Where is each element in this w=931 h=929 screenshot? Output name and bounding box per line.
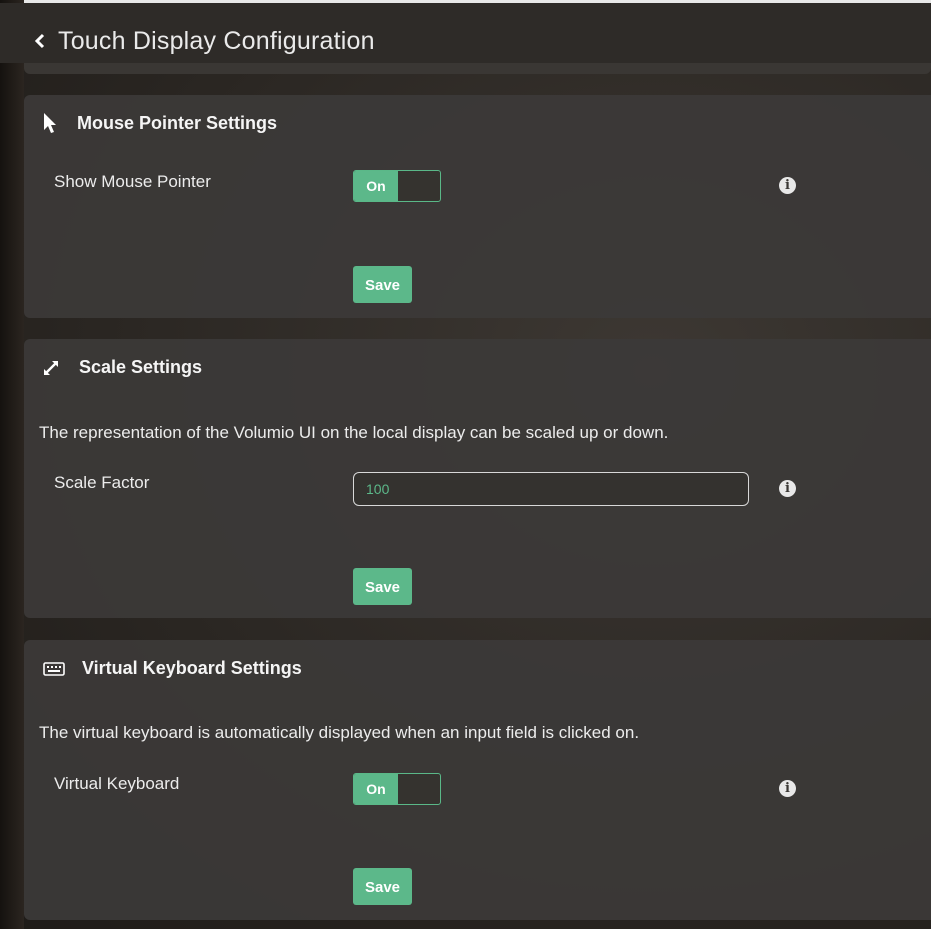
info-icon[interactable]: i	[779, 177, 796, 194]
section-title: Scale Settings	[79, 357, 203, 377]
virtual-keyboard-toggle[interactable]: On	[353, 773, 441, 805]
page-title: Touch Display Configuration	[58, 27, 375, 55]
page-header: Touch Display Configuration	[0, 3, 931, 63]
toggle-on-label: On	[354, 774, 398, 804]
section-title: Mouse Pointer Settings	[77, 113, 278, 133]
save-button[interactable]: Save	[353, 868, 412, 905]
mouse-pointer-section: Mouse Pointer Settings Show Mouse Pointe…	[24, 95, 931, 318]
info-icon[interactable]: i	[779, 480, 796, 497]
toggle-on-label: On	[354, 171, 398, 201]
show-mouse-pointer-label: Show Mouse Pointer	[54, 172, 211, 191]
virtual-keyboard-section: Virtual Keyboard Settings The virtual ke…	[24, 640, 931, 920]
virtual-keyboard-label: Virtual Keyboard	[54, 774, 180, 793]
expand-arrows-icon	[42, 359, 60, 382]
section-header: Scale Settings	[24, 339, 931, 395]
mouse-pointer-icon	[42, 112, 58, 139]
scale-factor-input[interactable]: 100	[353, 472, 749, 506]
section-description: The representation of the Volumio UI on …	[39, 423, 669, 442]
keyboard-icon	[43, 662, 65, 681]
show-mouse-pointer-toggle[interactable]: On	[353, 170, 441, 202]
section-title: Virtual Keyboard Settings	[82, 658, 302, 678]
header-divider	[24, 63, 931, 74]
info-icon[interactable]: i	[779, 780, 796, 797]
scale-factor-label: Scale Factor	[54, 473, 150, 492]
save-button[interactable]: Save	[353, 568, 412, 605]
chevron-left-icon[interactable]	[34, 33, 46, 54]
save-button[interactable]: Save	[353, 266, 412, 303]
scale-section: Scale Settings The representation of the…	[24, 339, 931, 618]
background-edge	[0, 0, 24, 929]
section-header: Mouse Pointer Settings	[24, 95, 931, 151]
section-header: Virtual Keyboard Settings	[24, 640, 931, 696]
section-description: The virtual keyboard is automatically di…	[39, 723, 640, 742]
